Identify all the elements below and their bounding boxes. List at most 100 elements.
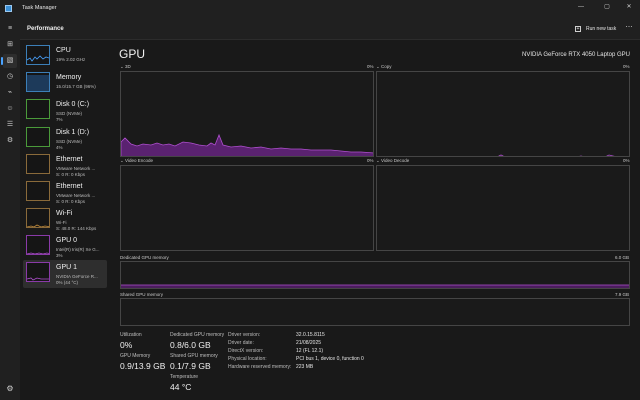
gpu-memory-label: GPU Memory bbox=[120, 353, 151, 359]
maximize-button[interactable]: ▢ bbox=[596, 0, 618, 14]
graph-encode-label: ⌄ Video Encode bbox=[120, 158, 153, 163]
gpu-model-name: NVIDIA GeForce RTX 4050 Laptop GPU bbox=[522, 52, 630, 58]
memory-thumbnail bbox=[26, 72, 50, 92]
graph-3d-label: ⌄ 3D bbox=[120, 64, 131, 69]
more-options-button[interactable]: ⋯ bbox=[623, 22, 635, 34]
graph-dedicated-label: Dedicated GPU memory bbox=[120, 255, 169, 260]
wifi-thumbnail bbox=[26, 208, 50, 228]
reserved-memory-value: 223 MB bbox=[296, 364, 314, 370]
sidebar-item-gpu-0[interactable]: GPU 0 Intel(R) Iris(R) Xe G... 3% bbox=[23, 233, 107, 261]
driver-version-value: 32.0.15.8115 bbox=[296, 332, 325, 338]
directx-version-label: DirectX version: bbox=[228, 348, 264, 354]
cpu-thumbnail bbox=[26, 45, 50, 65]
sidebar-item-detail: S: 0 R: 0 Kbps bbox=[56, 199, 86, 204]
sidebar-item-title: Ethernet bbox=[56, 156, 83, 163]
graph-decode-label-text: Video Decode bbox=[381, 158, 410, 163]
page-header: Performance + Run new task ⋯ bbox=[20, 18, 640, 40]
sidebar-item-detail: VMware Network ... bbox=[56, 166, 96, 171]
physical-location-value: PCI bus 1, device 0, function 0 bbox=[296, 356, 364, 362]
run-task-icon: + bbox=[575, 26, 581, 32]
shared-memory-label: Shared GPU memory bbox=[170, 353, 218, 359]
processes-icon[interactable]: ⊞ bbox=[3, 38, 17, 52]
sidebar-item-detail: 7% bbox=[56, 117, 63, 122]
sidebar-item-detail: S: 0 R: 0 Kbps bbox=[56, 172, 86, 177]
directx-version-value: 12 (FL 12.1) bbox=[296, 348, 324, 354]
sidebar-item-title: Ethernet bbox=[56, 183, 83, 190]
graph-video-encode[interactable] bbox=[120, 165, 374, 251]
graph-3d[interactable] bbox=[120, 71, 374, 157]
physical-location-label: Physical location: bbox=[228, 356, 267, 362]
driver-date-label: Driver date: bbox=[228, 340, 254, 346]
services-icon[interactable]: ⚙ bbox=[3, 134, 17, 148]
startup-apps-icon[interactable]: ⌁ bbox=[3, 86, 17, 100]
gpu-memory-value: 0.9/13.9 GB bbox=[120, 361, 166, 371]
gpu-heading: GPU bbox=[119, 47, 146, 61]
graph-decode-value: 0% bbox=[623, 158, 630, 163]
details-icon[interactable]: ☰ bbox=[3, 118, 17, 132]
settings-icon[interactable]: ⚙ bbox=[4, 383, 16, 395]
sidebar-item-ethernet-2[interactable]: Ethernet VMware Network ... S: 0 R: 0 Kb… bbox=[23, 179, 107, 207]
shared-memory-value: 0.1/7.9 GB bbox=[170, 361, 211, 371]
sidebar-item-detail: SSD (NVMe) bbox=[56, 139, 83, 144]
performance-icon[interactable]: ▧ bbox=[1, 54, 17, 68]
sidebar-item-wifi[interactable]: Wi-Fi Wi-Fi S: 48.0 R: 144 Kbps bbox=[23, 206, 107, 234]
run-new-task-label: Run new task bbox=[586, 26, 617, 32]
sidebar-item-title: CPU bbox=[56, 47, 71, 54]
sidebar-item-ethernet-1[interactable]: Ethernet VMware Network ... S: 0 R: 0 Kb… bbox=[23, 152, 107, 180]
temperature-value: 44 °C bbox=[170, 382, 192, 392]
sidebar-item-disk-1[interactable]: Disk 1 (D:) SSD (NVMe) 4% bbox=[23, 125, 107, 153]
sidebar-item-detail: 3% bbox=[56, 253, 63, 258]
dedicated-memory-label: Dedicated GPU memory bbox=[170, 332, 225, 338]
sidebar-item-title: GPU 1 bbox=[56, 264, 78, 271]
disk1-thumbnail bbox=[26, 127, 50, 147]
performance-sidebar: CPU 19% 2.02 GHz Memory 15.0/15.7 GB (96… bbox=[20, 40, 110, 400]
ethernet2-thumbnail bbox=[26, 181, 50, 201]
driver-version-label: Driver version: bbox=[228, 332, 261, 338]
graph-encode-label-text: Video Encode bbox=[125, 158, 153, 163]
minimize-button[interactable]: — bbox=[570, 0, 592, 14]
sidebar-item-detail: 0% (44 °C) bbox=[56, 280, 79, 285]
sidebar-item-title: Disk 0 (C:) bbox=[56, 101, 90, 108]
hamburger-icon[interactable]: ≡ bbox=[3, 22, 17, 36]
sidebar-item-detail: S: 48.0 R: 144 Kbps bbox=[56, 226, 97, 231]
graph-dedicated-memory[interactable] bbox=[120, 261, 630, 289]
graph-decode-label: ⌄ Video Decode bbox=[376, 158, 410, 163]
driver-date-value: 21/08/2025 bbox=[296, 340, 322, 346]
graph-video-decode[interactable] bbox=[376, 165, 630, 251]
page-title: Performance bbox=[27, 26, 64, 32]
sidebar-item-cpu[interactable]: CPU 19% 2.02 GHz bbox=[23, 43, 107, 71]
run-new-task-button[interactable]: + Run new task bbox=[571, 24, 620, 34]
users-icon[interactable]: ☺ bbox=[3, 102, 17, 116]
graph-shared-max: 7.9 GB bbox=[615, 292, 630, 297]
graph-3d-plot bbox=[121, 133, 373, 156]
temperature-label: Temperature bbox=[170, 374, 199, 380]
window-title: Task Manager bbox=[22, 5, 57, 11]
graph-dedicated-plot bbox=[121, 284, 629, 288]
sidebar-item-detail: Intel(R) Iris(R) Xe G... bbox=[56, 247, 100, 252]
graph-copy-label-text: Copy bbox=[381, 64, 392, 69]
close-button[interactable]: ✕ bbox=[618, 0, 640, 14]
sidebar-item-disk-0[interactable]: Disk 0 (C:) SSD (NVMe) 7% bbox=[23, 97, 107, 125]
graph-shared-label: Shared GPU memory bbox=[120, 292, 164, 297]
graph-copy-label: ⌄ Copy bbox=[376, 64, 392, 69]
graph-copy-plot bbox=[498, 154, 615, 156]
sidebar-item-detail: NVIDIA GeForce R... bbox=[56, 274, 98, 279]
title-bar: Task Manager — ▢ ✕ bbox=[0, 0, 640, 18]
sidebar-item-detail: 4% bbox=[56, 145, 63, 150]
sidebar-item-detail: 19% 2.02 GHz bbox=[56, 57, 86, 62]
app-history-icon[interactable]: ◷ bbox=[3, 70, 17, 84]
gpu0-thumbnail bbox=[26, 235, 50, 255]
sidebar-item-gpu-1[interactable]: GPU 1 NVIDIA GeForce R... 0% (44 °C) bbox=[23, 260, 107, 288]
graph-dedicated-max: 6.0 GB bbox=[615, 255, 630, 260]
graph-3d-value: 0% bbox=[367, 64, 374, 69]
graph-shared-plot bbox=[121, 299, 630, 326]
graph-copy[interactable] bbox=[376, 71, 630, 157]
sidebar-item-title: GPU 0 bbox=[56, 237, 78, 244]
disk0-thumbnail bbox=[26, 99, 50, 119]
gpu-detail-panel: GPU NVIDIA GeForce RTX 4050 Laptop GPU ⌄… bbox=[110, 40, 640, 400]
graph-3d-label-text: 3D bbox=[125, 64, 131, 69]
sidebar-item-memory[interactable]: Memory 15.0/15.7 GB (96%) bbox=[23, 70, 107, 98]
sidebar-item-detail: Wi-Fi bbox=[56, 220, 67, 225]
sidebar-item-title: Wi-Fi bbox=[56, 210, 73, 217]
graph-shared-memory[interactable] bbox=[120, 298, 630, 326]
